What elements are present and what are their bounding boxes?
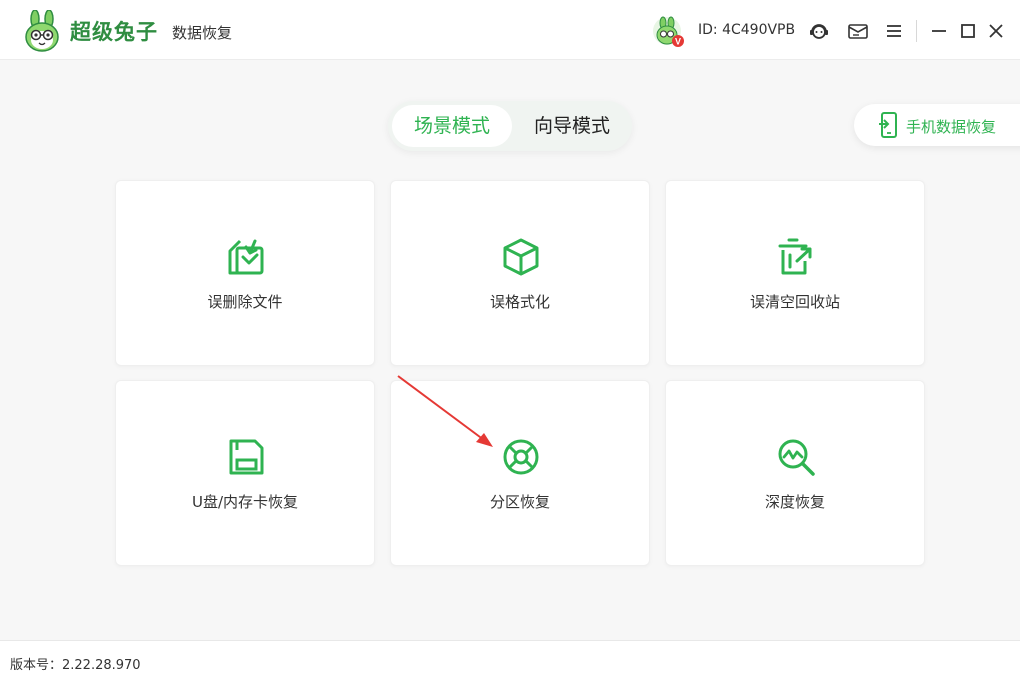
mobile-recovery-label: 手机数据恢复 — [906, 118, 997, 136]
card-label: 误删除文件 — [207, 293, 283, 311]
user-id: ID: 4C490VPB — [698, 22, 796, 38]
vip-badge: V — [675, 37, 681, 47]
status-bar: 版本号：2.22.28.970 — [0, 640, 1020, 680]
tab-scene-mode[interactable]: 场景模式 — [392, 105, 512, 147]
annotation-arrow — [397, 375, 493, 447]
card-label: 误清空回收站 — [749, 293, 840, 311]
phone-icon — [879, 112, 897, 138]
mobile-recovery-button[interactable]: 手机数据恢复 — [854, 104, 1020, 146]
card-deep-recovery[interactable]: 深度恢复 — [665, 380, 925, 566]
mode-toggle: 场景模式 向导模式 — [388, 101, 632, 151]
maximize-icon[interactable] — [957, 20, 979, 42]
card-label: 分区恢复 — [489, 493, 550, 511]
card-label: 误格式化 — [489, 293, 550, 311]
card-deleted-files[interactable]: 误删除文件 — [115, 180, 375, 366]
cube-icon — [503, 238, 539, 276]
sd-card-icon — [229, 439, 264, 475]
close-icon[interactable] — [985, 20, 1007, 42]
card-formatted[interactable]: 误格式化 — [390, 180, 650, 366]
file-download-icon — [228, 239, 264, 275]
tab-wizard-mode[interactable]: 向导模式 — [512, 105, 632, 147]
card-label: 深度恢复 — [764, 493, 825, 511]
avatar[interactable]: V — [652, 16, 686, 48]
title-bar: 超级兔子 数据恢复 V ID: 4C490VPB — [0, 0, 1020, 60]
message-icon[interactable] — [847, 20, 869, 42]
card-label: U盘/内存卡恢复 — [191, 493, 299, 511]
card-usb-sd[interactable]: U盘/内存卡恢复 — [115, 380, 375, 566]
deep-search-icon — [778, 439, 815, 476]
brand-subtitle: 数据恢复 — [172, 24, 233, 42]
rabbit-logo-icon — [25, 10, 59, 52]
trash-icon — [778, 238, 812, 275]
card-recycle-bin[interactable]: 误清空回收站 — [665, 180, 925, 366]
titlebar-separator — [916, 20, 917, 42]
brand-name: 超级兔子 — [70, 19, 158, 44]
support-icon[interactable] — [808, 20, 830, 42]
version-label: 版本号：2.22.28.970 — [10, 658, 141, 673]
menu-icon[interactable] — [883, 20, 905, 42]
minimize-icon[interactable] — [928, 20, 950, 42]
